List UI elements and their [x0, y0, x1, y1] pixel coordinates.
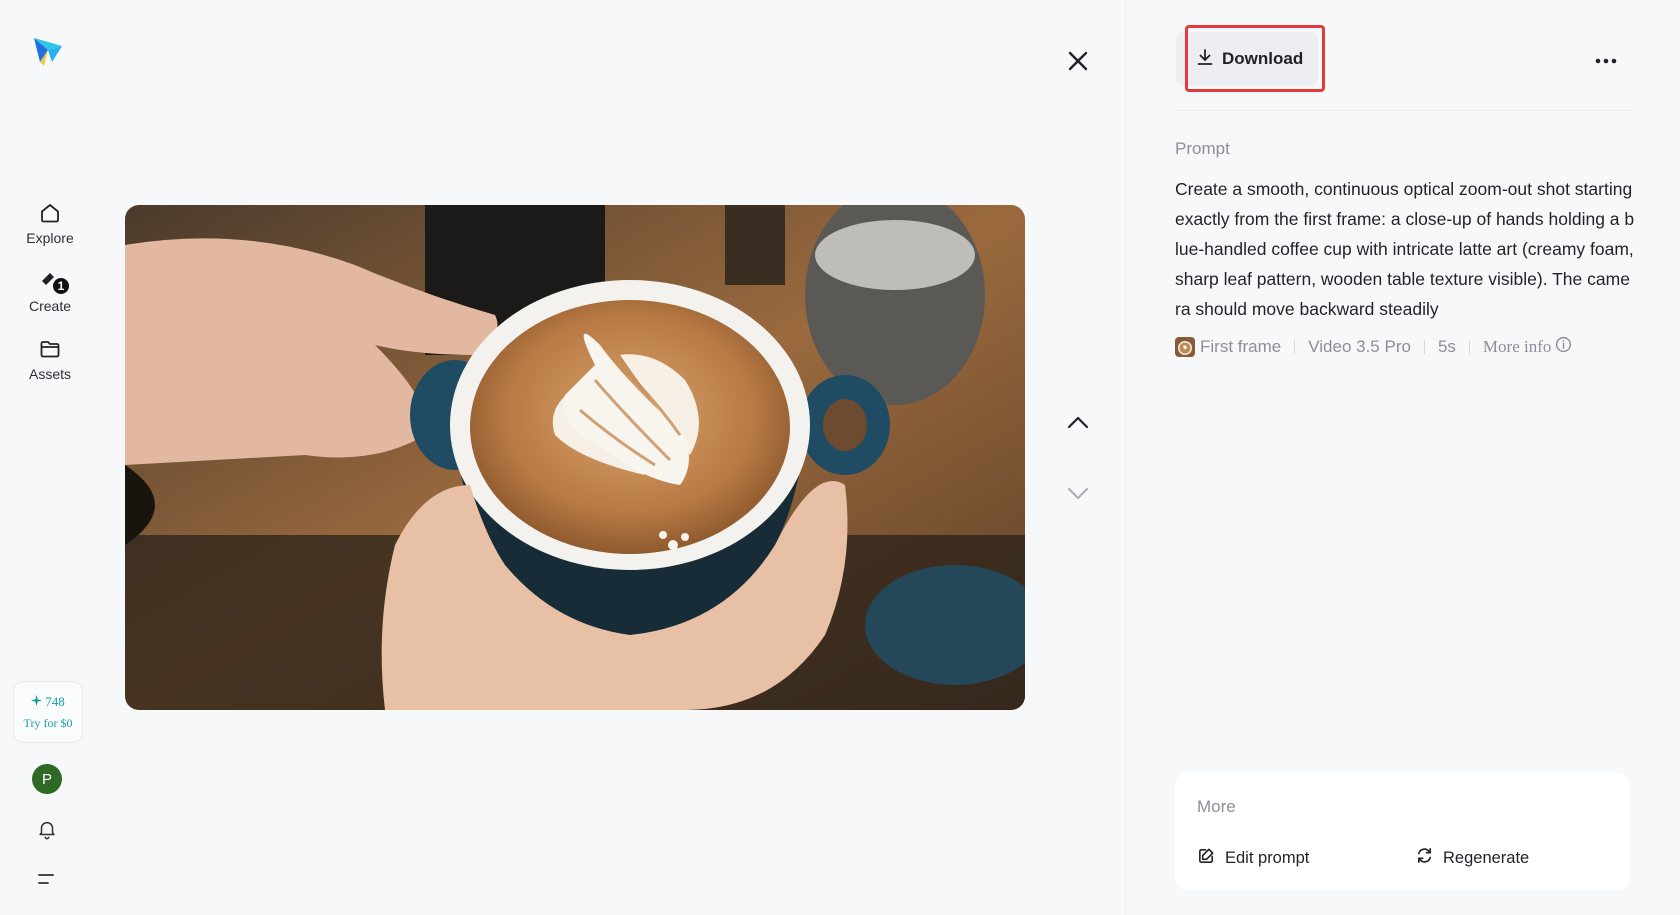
meta-separator	[1423, 340, 1425, 354]
first-frame-thumbnail[interactable]	[1175, 337, 1195, 357]
generation-meta: First frame Video 3.5 Pro 5s More info	[1175, 336, 1572, 358]
sidebar-item-assets[interactable]: Assets	[10, 336, 90, 394]
panel-divider	[1125, 0, 1126, 915]
info-icon	[1555, 336, 1572, 358]
home-icon	[37, 200, 63, 226]
left-sidebar: Explore 1 Create Assets 748 Try for $0 P	[0, 0, 100, 915]
app-logo-icon[interactable]	[30, 32, 66, 68]
credits-count: 748	[45, 693, 65, 709]
sparkle-icon	[31, 694, 43, 710]
regenerate-label: Regenerate	[1443, 848, 1530, 867]
create-icon: 1	[37, 268, 71, 296]
notification-badge: 1	[51, 276, 71, 296]
previous-item-chevron-up-icon[interactable]	[1063, 409, 1093, 435]
prompt-label: Prompt	[1175, 139, 1230, 158]
download-label: Download	[1222, 49, 1304, 68]
bell-icon[interactable]	[36, 818, 58, 840]
regenerate-button[interactable]: Regenerate	[1415, 846, 1529, 870]
sidebar-item-explore[interactable]: Explore	[10, 200, 90, 258]
sidebar-item-label: Explore	[26, 230, 74, 246]
avatar[interactable]: P	[32, 764, 62, 794]
edit-icon	[1197, 846, 1216, 870]
header-divider	[1175, 110, 1630, 111]
more-info-link[interactable]: More info	[1483, 336, 1572, 358]
duration-label: 5s	[1437, 337, 1456, 356]
meta-separator	[1468, 340, 1470, 354]
sidebar-item-label: Create	[28, 298, 72, 314]
more-options-icon[interactable]	[1593, 48, 1619, 74]
sidebar-item-create[interactable]: 1 Create	[10, 268, 90, 326]
next-item-chevron-down-icon[interactable]	[1063, 480, 1093, 506]
edit-prompt-button[interactable]: Edit prompt	[1197, 846, 1309, 870]
try-free-link[interactable]: Try for $0	[24, 716, 73, 731]
close-icon[interactable]	[1063, 46, 1093, 76]
prompt-text: Create a smooth, continuous optical zoom…	[1175, 179, 1635, 319]
download-icon	[1196, 48, 1214, 71]
meta-separator	[1294, 340, 1296, 354]
more-actions-card: More Edit prompt Regenerate	[1175, 773, 1630, 890]
first-frame-label: First frame	[1200, 337, 1282, 356]
sidebar-item-label: Assets	[28, 366, 71, 382]
edit-prompt-label: Edit prompt	[1225, 848, 1310, 867]
download-button[interactable]: Download	[1176, 32, 1318, 86]
more-section-title: More	[1197, 797, 1236, 816]
regenerate-icon	[1415, 846, 1434, 870]
latte-art-image	[125, 205, 1025, 710]
menu-icon[interactable]	[37, 870, 57, 888]
generated-media-preview[interactable]	[125, 205, 1025, 710]
more-info-label: More info	[1482, 337, 1552, 356]
credits-widget[interactable]: 748 Try for $0	[13, 681, 83, 743]
folder-icon	[37, 336, 63, 362]
model-label: Video 3.5 Pro	[1308, 337, 1411, 356]
